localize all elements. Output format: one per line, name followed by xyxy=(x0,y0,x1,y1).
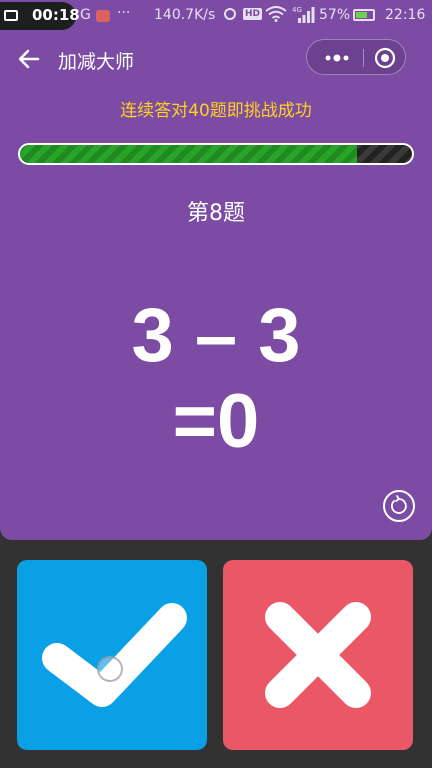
refresh-icon xyxy=(391,495,407,514)
hd-badge: HD xyxy=(243,8,263,20)
navigation-bar: 加减大师 xyxy=(0,38,432,82)
network-type: 4G xyxy=(292,6,302,14)
battery-percent: 57% xyxy=(319,7,351,23)
recording-time: 00:18 xyxy=(32,6,80,24)
proposed-answer: =0 xyxy=(172,379,260,464)
wifi-icon xyxy=(265,6,287,22)
wrong-button[interactable] xyxy=(223,560,413,750)
more-dots-icon[interactable] xyxy=(319,46,355,70)
capsule-divider xyxy=(363,49,364,67)
network-speed: 140.7K/s xyxy=(154,7,216,23)
replay-button[interactable] xyxy=(383,490,415,522)
carrier-label: G xyxy=(80,7,91,23)
screen-recording-indicator: 00:18 xyxy=(0,2,80,30)
miniprogram-capsule xyxy=(306,39,406,75)
battery-icon xyxy=(353,9,375,21)
clock-time: 22:16 xyxy=(385,7,426,23)
app-notification-icon xyxy=(96,10,110,22)
cross-icon xyxy=(265,602,371,708)
status-bar: 00:18 G ··· 140.7K/s HD 4G 57% 22:16 xyxy=(0,0,432,32)
alarm-icon xyxy=(224,8,236,20)
target-close-icon[interactable] xyxy=(373,46,397,70)
challenge-description: 连续答对40题即挑战成功 xyxy=(120,101,312,121)
math-expression: 3 – 3 xyxy=(131,293,301,378)
more-notifications: ··· xyxy=(117,5,131,21)
question-number: 第8题 xyxy=(187,201,245,226)
touch-point-indicator xyxy=(97,656,123,682)
checkmark-icon xyxy=(42,603,187,707)
video-camera-icon xyxy=(4,10,18,21)
progress-fill xyxy=(20,145,358,163)
correct-button[interactable] xyxy=(17,560,207,750)
progress-bar xyxy=(18,143,414,165)
arrow-left-icon[interactable] xyxy=(18,48,40,70)
cellular-signal-icon: 4G xyxy=(292,6,315,23)
page-title: 加减大师 xyxy=(58,51,135,73)
